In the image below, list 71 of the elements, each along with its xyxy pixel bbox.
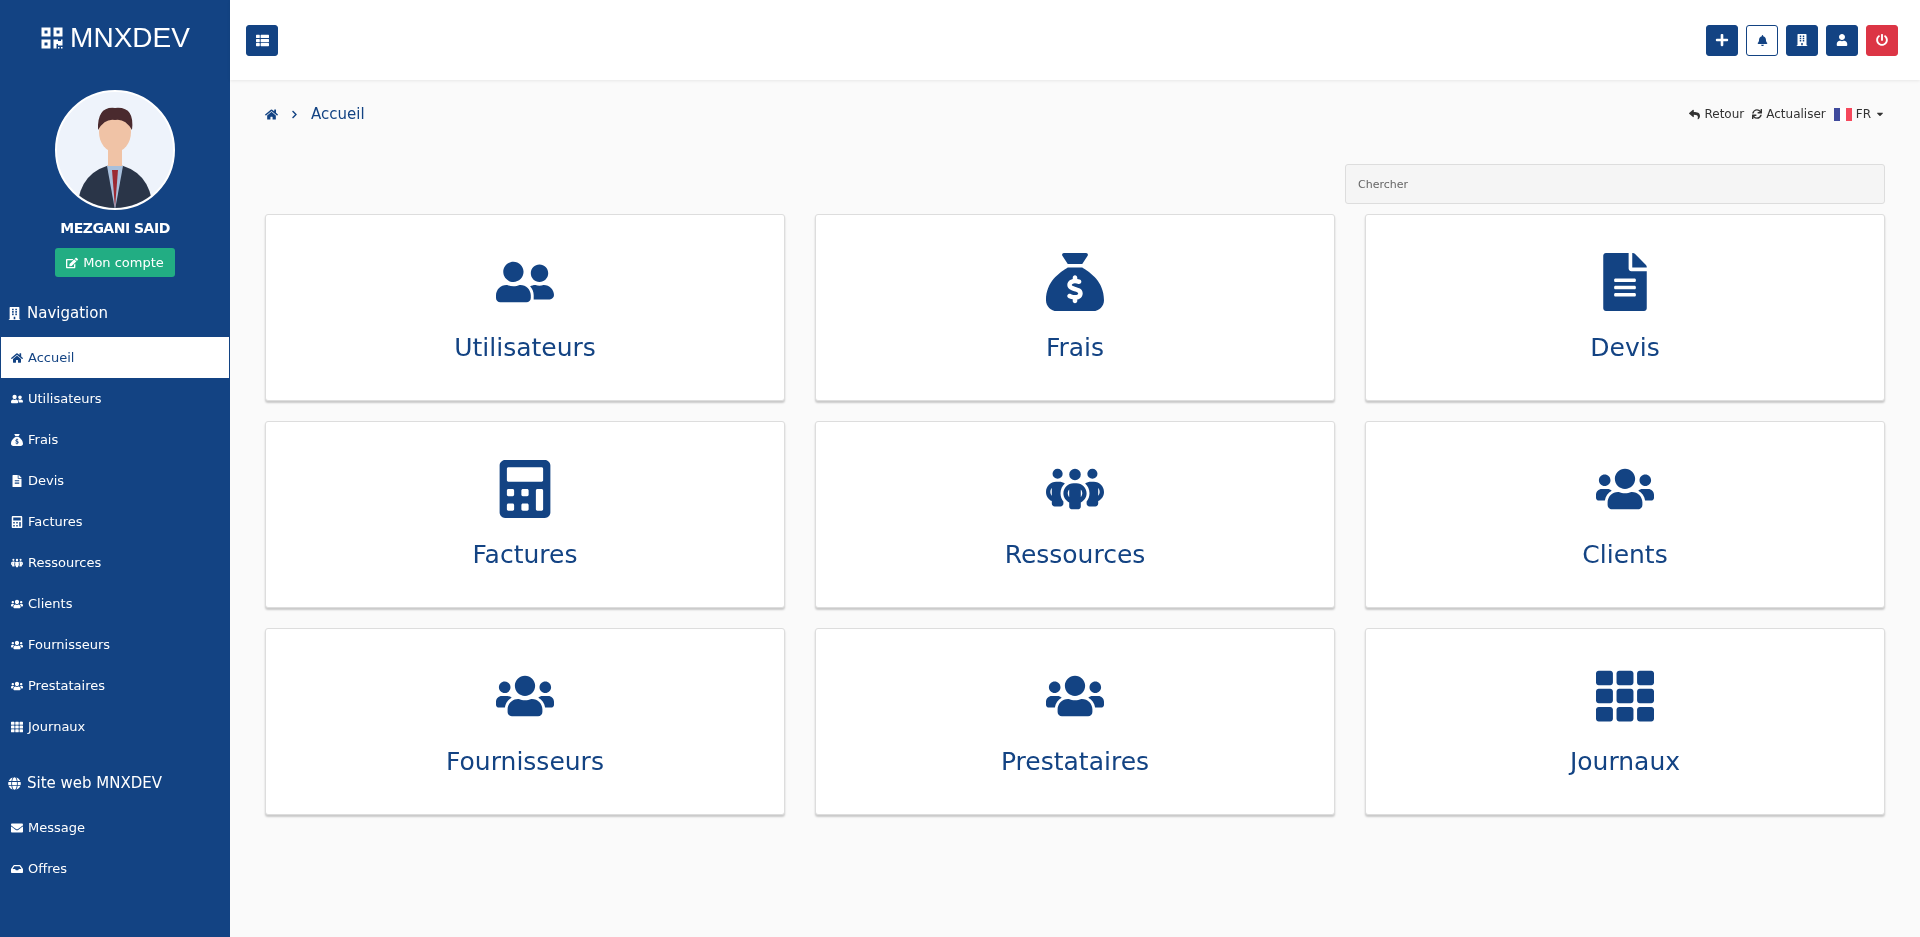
- card-title: Fournisseurs: [446, 747, 604, 776]
- sidebar-item[interactable]: Message: [1, 807, 229, 848]
- card-title: Ressources: [1004, 540, 1146, 569]
- module-card[interactable]: Utilisateurs: [265, 214, 785, 401]
- people-icon: [11, 679, 23, 692]
- brand-name: MNXDEV: [70, 22, 190, 54]
- tray-icon: [11, 862, 23, 875]
- bell-icon: [1756, 34, 1768, 46]
- card-title: Factures: [472, 540, 578, 569]
- building-icon: [1796, 34, 1808, 46]
- add-button[interactable]: [1706, 24, 1738, 56]
- sidebar-item[interactable]: Offres: [1, 848, 229, 889]
- money-bag-icon: [1046, 253, 1104, 311]
- module-card[interactable]: Prestataires: [815, 628, 1335, 815]
- module-card[interactable]: Ressources: [815, 421, 1335, 608]
- module-card[interactable]: Factures: [265, 421, 785, 608]
- envelope-icon: [11, 821, 23, 834]
- breadcrumb-current: Accueil: [311, 105, 365, 123]
- home-icon[interactable]: [265, 107, 278, 121]
- menu-icon: [255, 33, 269, 47]
- sidebar-item[interactable]: Fournisseurs: [1, 624, 229, 665]
- edit-icon: [66, 256, 79, 269]
- module-card[interactable]: Clients: [1365, 421, 1885, 608]
- people-icon: [11, 392, 23, 405]
- document-icon: [11, 474, 23, 487]
- power-icon: [1876, 34, 1888, 46]
- sidebar-item[interactable]: Devis: [1, 460, 229, 501]
- chevron-right-icon: [290, 109, 299, 119]
- module-card[interactable]: Frais: [815, 214, 1335, 401]
- reply-icon: [1689, 108, 1701, 120]
- people-icon: [11, 556, 23, 569]
- card-title: Journaux: [1569, 747, 1681, 776]
- sidebar-item[interactable]: Clients: [1, 583, 229, 624]
- card-title: Frais: [1045, 333, 1105, 362]
- card-title: Prestataires: [1000, 747, 1150, 776]
- sidebar-item[interactable]: Factures: [1, 501, 229, 542]
- menu-button[interactable]: [246, 24, 278, 56]
- sidebar-item[interactable]: Utilisateurs: [1, 378, 229, 419]
- people-icon: [11, 597, 23, 610]
- sidebar-item[interactable]: Ressources: [1, 542, 229, 583]
- card-title: Utilisateurs: [454, 333, 596, 362]
- user-icon: [1836, 34, 1848, 46]
- sidebar-item[interactable]: Journaux: [1, 706, 229, 747]
- money-bag-icon: [11, 433, 23, 446]
- language-selector[interactable]: FR: [1833, 107, 1885, 121]
- sidebar-item[interactable]: Frais: [1, 419, 229, 460]
- search-field[interactable]: Chercher: [1345, 164, 1885, 204]
- user-name: MEZGANI SAID: [59, 220, 171, 236]
- globe-icon: [8, 776, 21, 790]
- people-icon: [11, 638, 23, 651]
- back-link[interactable]: Retour: [1689, 107, 1745, 121]
- card-title: Devis: [1590, 333, 1660, 362]
- module-card[interactable]: Journaux: [1365, 628, 1885, 815]
- section-title: Navigation: [27, 304, 108, 322]
- notification-button[interactable]: [1746, 24, 1778, 56]
- flag-icon: [1833, 107, 1852, 121]
- sidebar-item[interactable]: Accueil: [1, 337, 229, 378]
- profile-button[interactable]: [1826, 24, 1858, 56]
- building-icon: [8, 306, 21, 320]
- home-icon: [11, 351, 23, 364]
- card-title: Clients: [1582, 540, 1668, 569]
- sidebar-item[interactable]: Prestataires: [1, 665, 229, 706]
- section-title: Site web MNXDEV: [27, 774, 163, 792]
- logout-button[interactable]: [1866, 24, 1898, 56]
- refresh-icon: [1752, 109, 1763, 119]
- company-button[interactable]: [1786, 24, 1818, 56]
- module-card[interactable]: Fournisseurs: [265, 628, 785, 815]
- refresh-link[interactable]: Actualiser: [1752, 107, 1826, 121]
- module-card[interactable]: Devis: [1365, 214, 1885, 401]
- qr-code-icon: [40, 26, 65, 50]
- plus-icon: [1715, 33, 1729, 47]
